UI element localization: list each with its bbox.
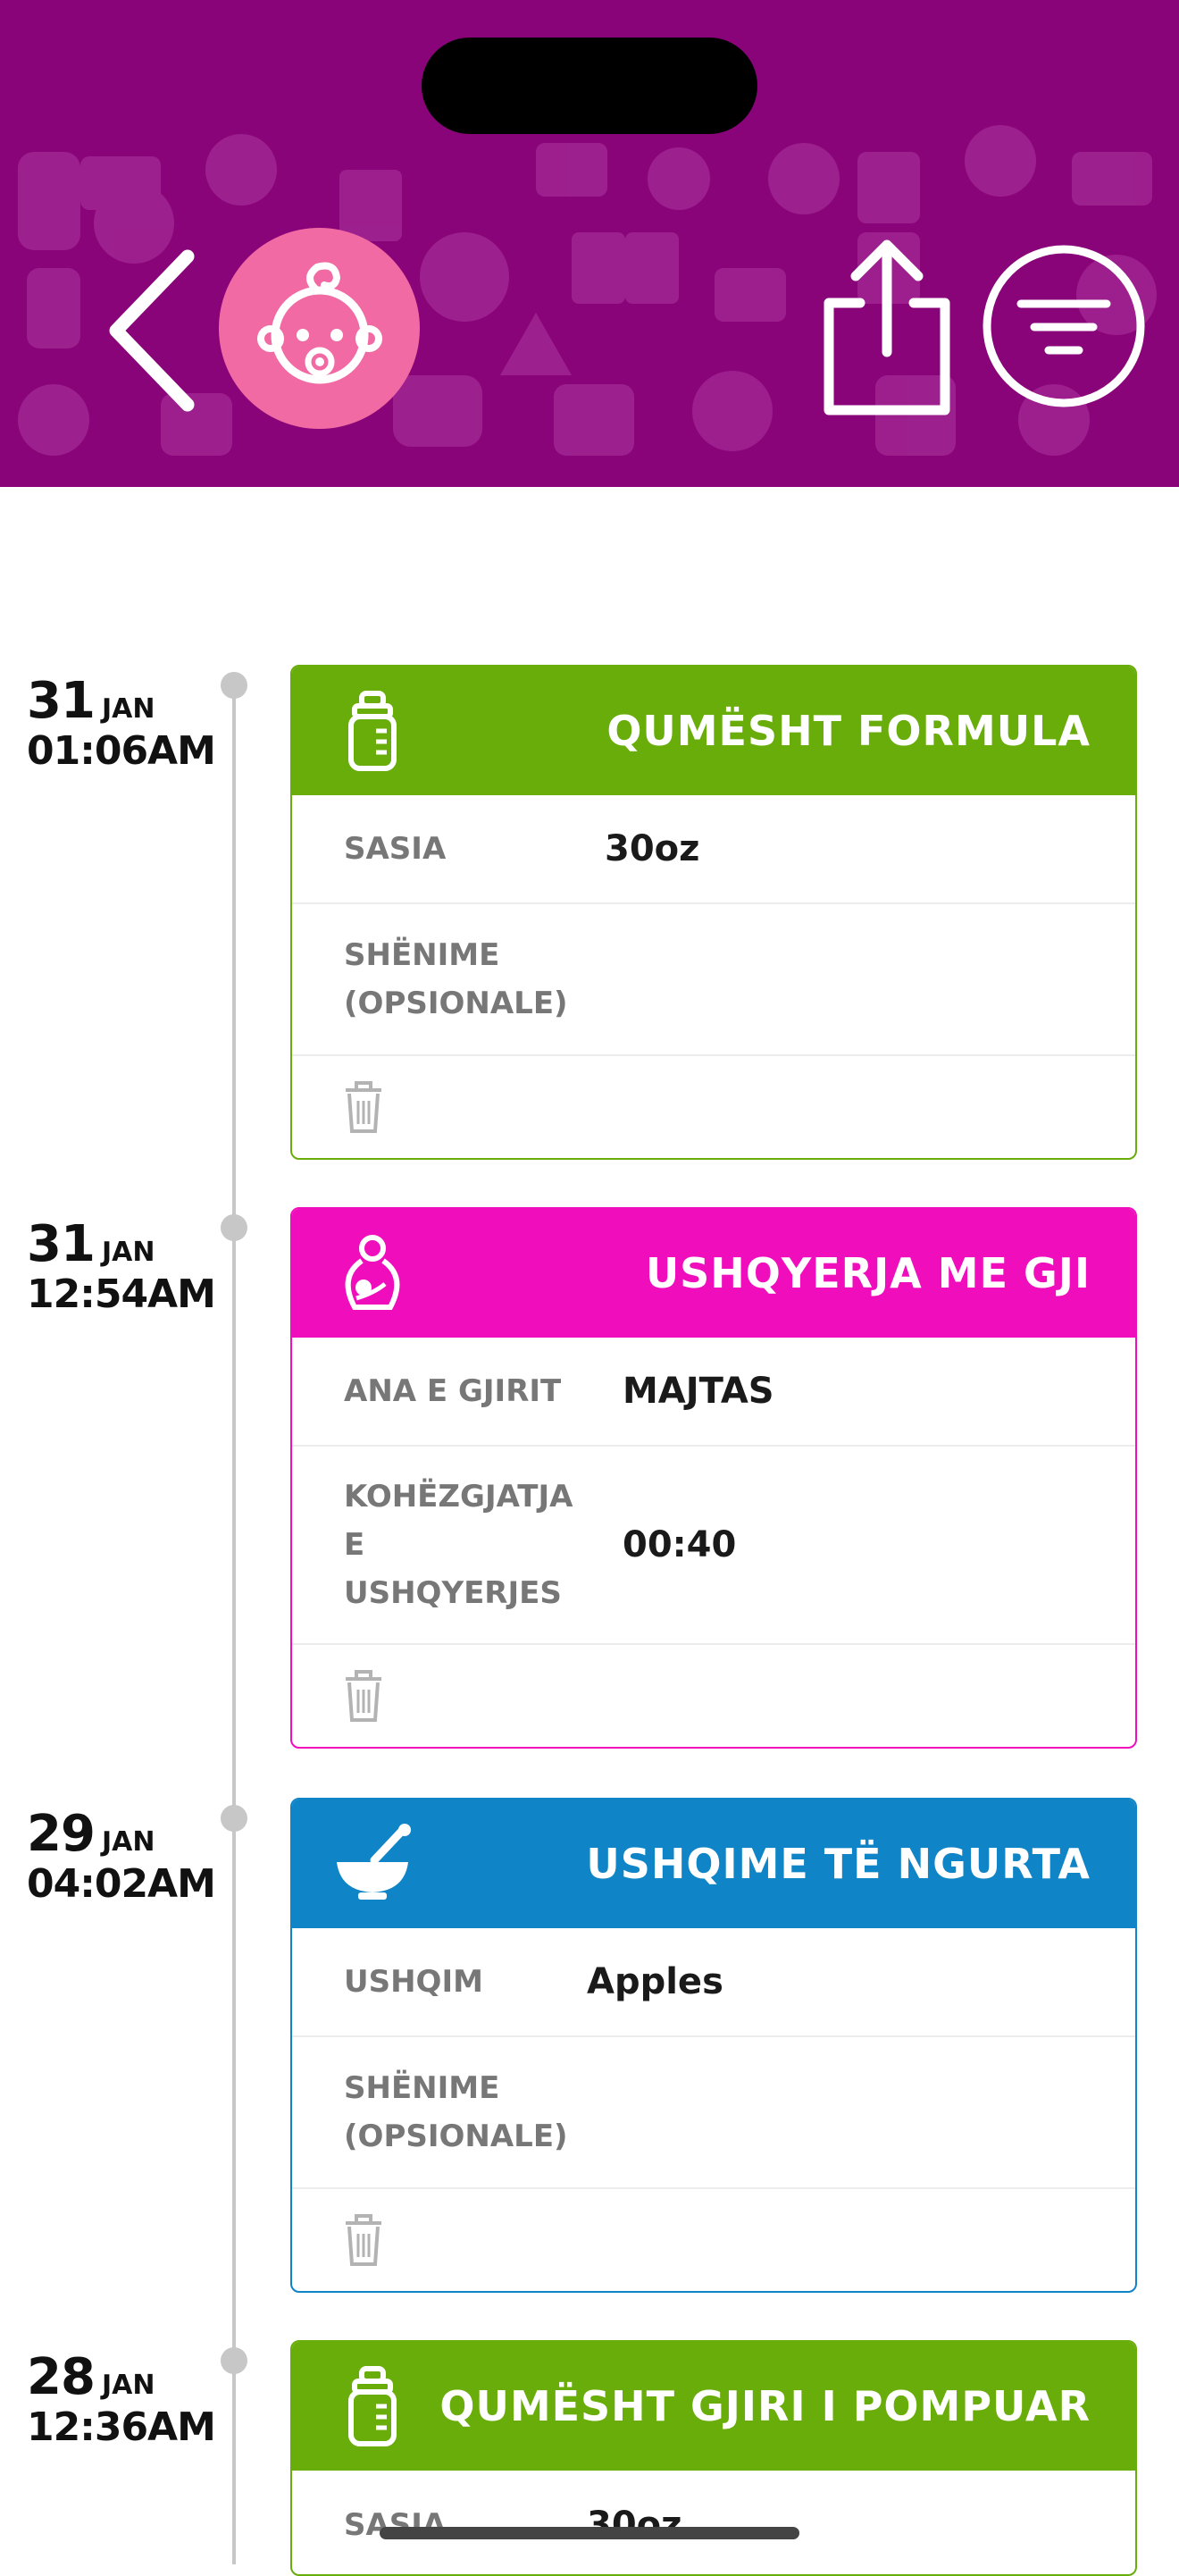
entry-time: 12:54AM: [27, 1271, 216, 1317]
breastfeeding-icon: [345, 1235, 400, 1310]
card-actions: [292, 1056, 1135, 1158]
baby-avatar-button[interactable]: [219, 228, 420, 429]
timeline-line: [232, 679, 236, 2564]
card-header: USHQYERJA ME GJI: [292, 1209, 1135, 1338]
dynamic-island: [422, 38, 757, 134]
card-row: SHËNIME (OPSIONALE): [292, 2037, 1135, 2189]
trash-icon[interactable]: [342, 1081, 385, 1135]
filter-button[interactable]: [979, 241, 1149, 411]
card-actions: [292, 1645, 1135, 1747]
row-label: SASIA: [344, 831, 447, 867]
entry-date: 31 JAN 12:54AM: [27, 1215, 232, 1317]
entry-day: 31: [27, 672, 96, 730]
row-value: [587, 2037, 1135, 2187]
entry-date: 28 JAN 12:36AM: [27, 2348, 232, 2450]
card-title: QUMËSHT FORMULA: [606, 707, 1091, 755]
trash-icon[interactable]: [342, 1670, 385, 1724]
card-title: USHQIME TË NGURTA: [586, 1840, 1091, 1888]
row-label: KOHËZGJATJA E USHQYERJES: [344, 1479, 573, 1611]
row-label: USHQIM: [344, 1964, 483, 2000]
card-row: SHËNIME (OPSIONALE): [292, 904, 1135, 1056]
card-header: USHQIME TË NGURTA: [292, 1800, 1135, 1928]
card-row: KOHËZGJATJA E USHQYERJES 00:40: [292, 1447, 1135, 1645]
share-icon: [824, 239, 949, 415]
entry-day: 28: [27, 2348, 96, 2406]
entry-card-solid-food[interactable]: USHQIME TË NGURTA USHQIM Apples SHËNIME …: [290, 1798, 1137, 2293]
card-title: USHQYERJA ME GJI: [645, 1249, 1091, 1297]
trash-icon[interactable]: [342, 2214, 385, 2268]
entry-time: 04:02AM: [27, 1861, 216, 1907]
card-actions: [292, 2189, 1135, 2291]
card-header: QUMËSHT FORMULA: [292, 667, 1135, 795]
card-row: SASIA 30oz: [292, 795, 1135, 904]
entry-month: JAN: [101, 2370, 155, 2401]
row-label: ANA E GJIRIT: [344, 1373, 562, 1409]
card-row: USHQIM Apples: [292, 1928, 1135, 2037]
entry-month: JAN: [101, 693, 155, 725]
row-value: 30oz: [605, 828, 700, 869]
app-header: [0, 0, 1179, 487]
entry-time: 12:36AM: [27, 2404, 216, 2450]
entry-day: 29: [27, 1805, 96, 1863]
row-label: SASIA: [344, 2507, 447, 2543]
row-value: [587, 904, 1135, 1054]
card-header: QUMËSHT GJIRI I POMPUAR: [292, 2342, 1135, 2471]
entry-time: 01:06AM: [27, 728, 216, 774]
entry-month: JAN: [101, 1826, 155, 1858]
row-value: Apples: [587, 1961, 723, 2002]
baby-bottle-icon: [348, 691, 397, 771]
home-indicator[interactable]: [380, 2527, 799, 2539]
entry-date: 29 JAN 04:02AM: [27, 1805, 232, 1907]
baby-face-icon: [256, 262, 382, 383]
baby-bottle-icon: [348, 2366, 397, 2446]
card-row: ANA E GJIRIT MAJTAS: [292, 1338, 1135, 1447]
row-value: MAJTAS: [623, 1371, 774, 1412]
filter-icon: [982, 245, 1145, 407]
card-row: SASIA 30oz: [292, 2471, 1135, 2574]
back-button[interactable]: [89, 241, 205, 420]
entry-day: 31: [27, 1215, 96, 1273]
entry-card-formula[interactable]: QUMËSHT FORMULA SASIA 30oz SHËNIME (OPSI…: [290, 665, 1137, 1160]
row-label: SHËNIME (OPSIONALE): [344, 937, 568, 1021]
mortar-bowl-icon: [337, 1824, 411, 1900]
entry-date: 31 JAN 01:06AM: [27, 672, 232, 774]
share-button[interactable]: [808, 234, 965, 420]
row-label: SHËNIME (OPSIONALE): [344, 2070, 568, 2154]
card-title: QUMËSHT GJIRI I POMPUAR: [439, 2382, 1091, 2430]
chevron-left-icon: [109, 249, 195, 412]
entry-card-breastfeeding[interactable]: USHQYERJA ME GJI ANA E GJIRIT MAJTAS KOH…: [290, 1207, 1137, 1749]
entry-card-pumped-milk[interactable]: QUMËSHT GJIRI I POMPUAR SASIA 30oz: [290, 2340, 1137, 2576]
row-value: 00:40: [623, 1524, 737, 1565]
row-value: 30oz: [587, 2505, 682, 2546]
entry-month: JAN: [101, 1237, 155, 1268]
